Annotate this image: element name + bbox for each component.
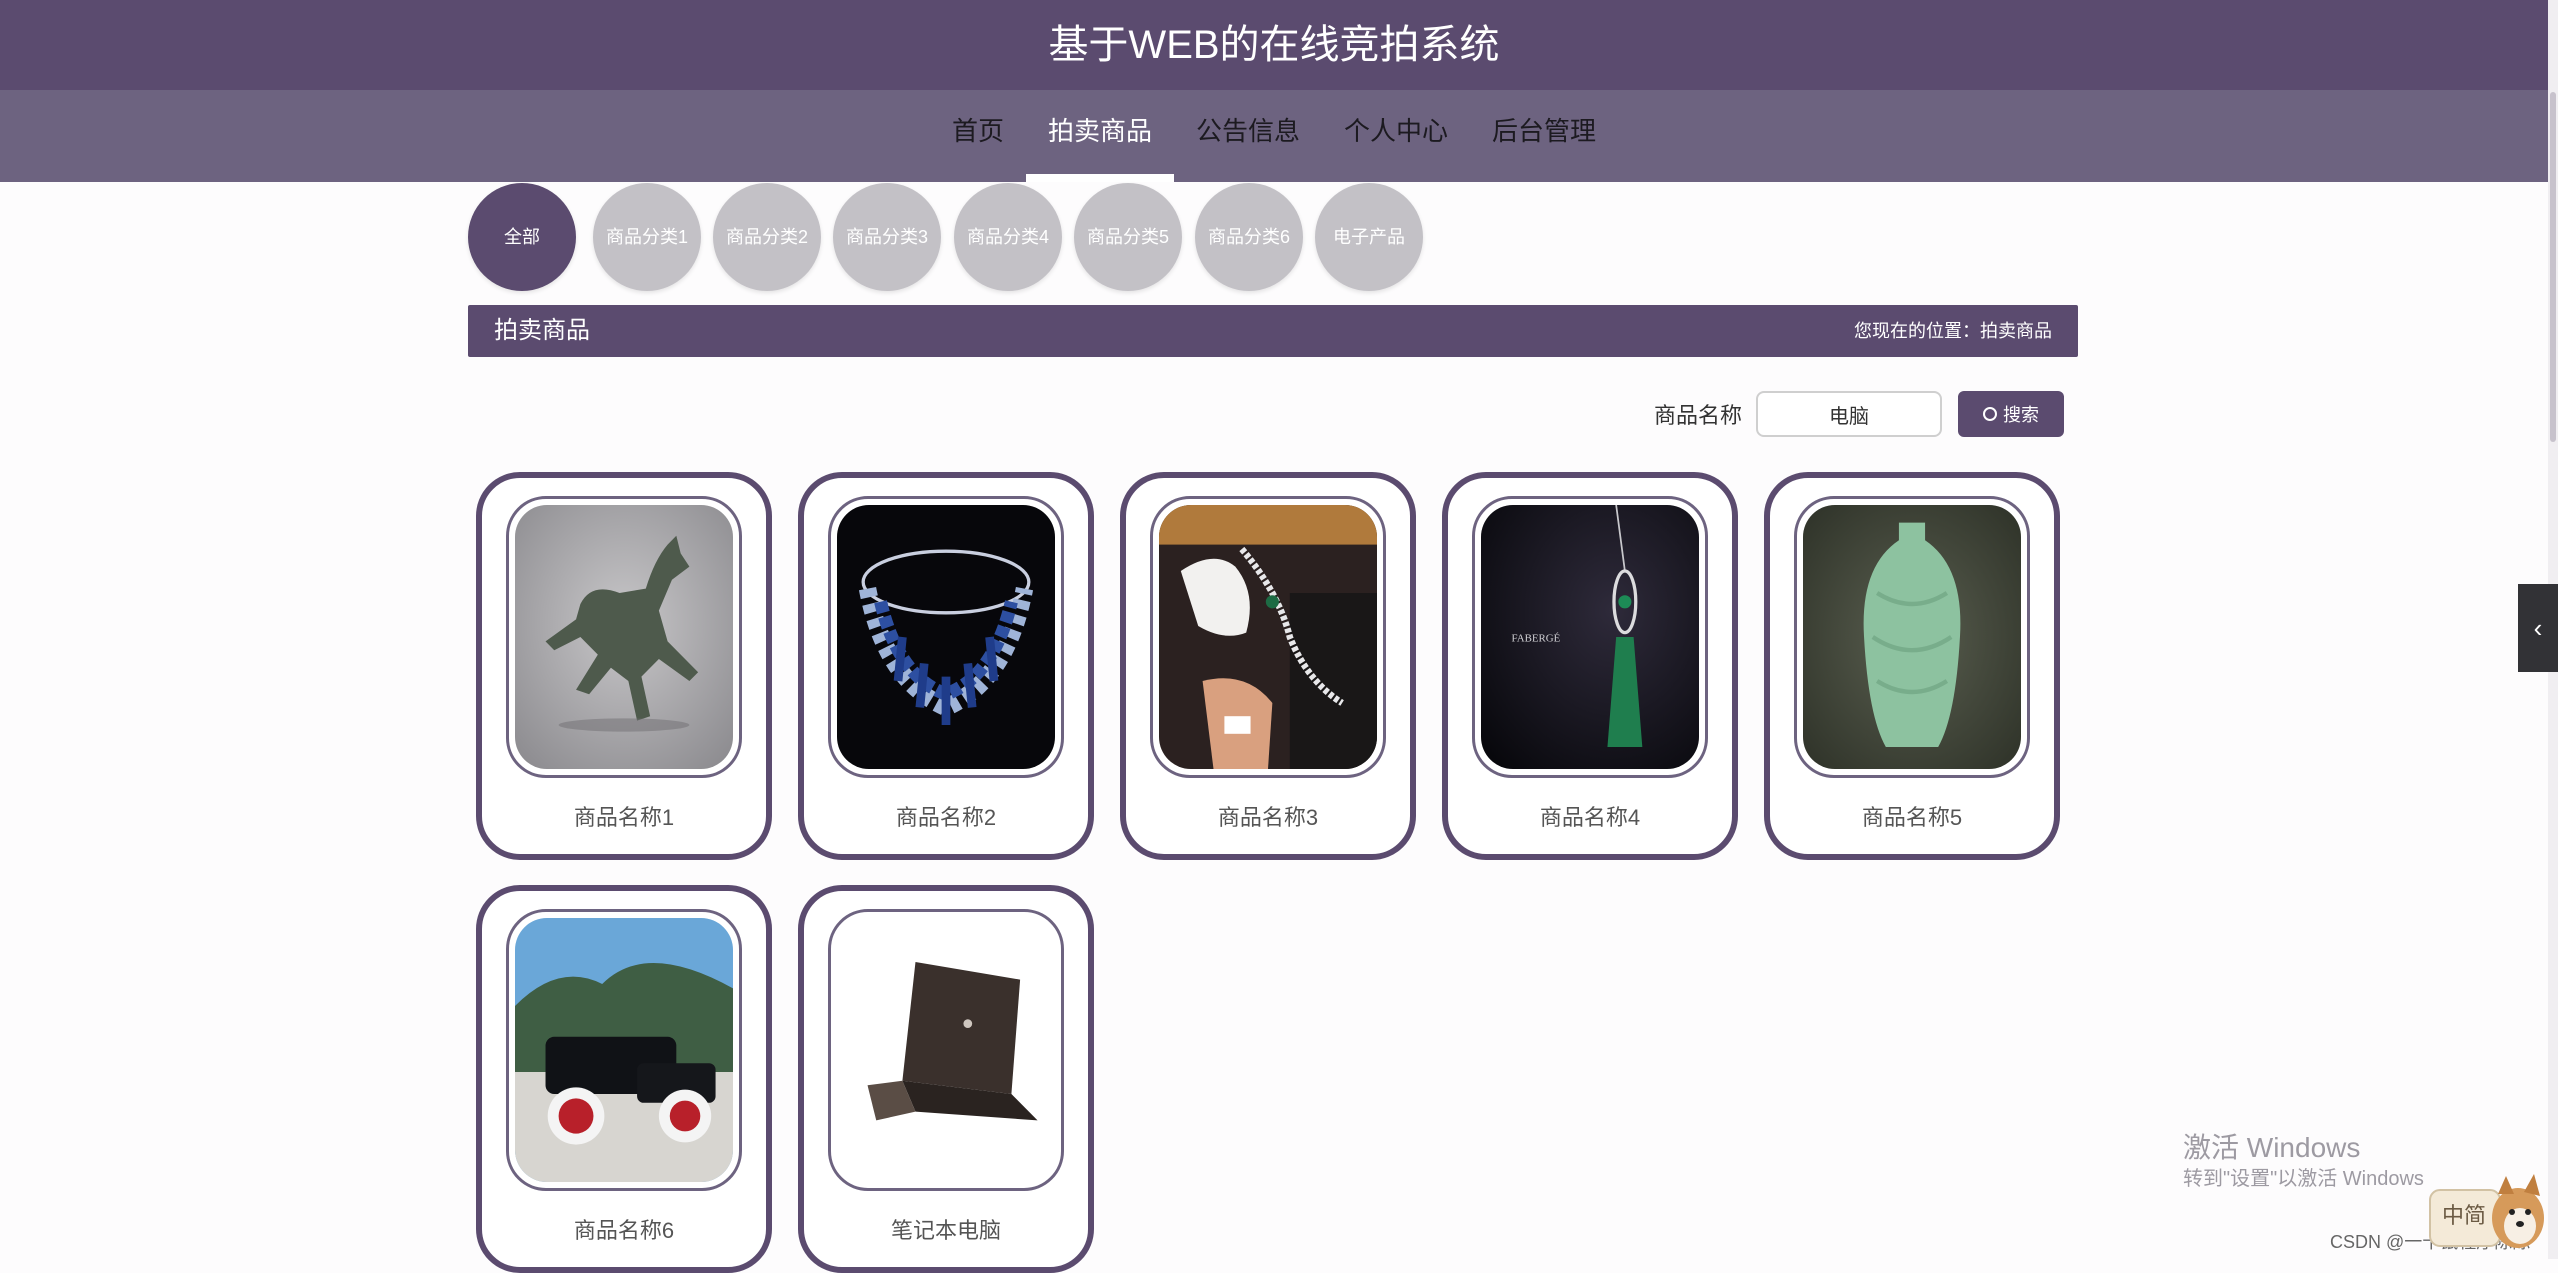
product-card[interactable]: 笔记本电脑 xyxy=(798,885,1094,1273)
windows-activation-title: 激活 Windows xyxy=(2183,1132,2361,1163)
windows-activation-subtitle: 转到"设置"以激活 Windows xyxy=(2183,1168,2424,1190)
nav-item-admin[interactable]: 后台管理 xyxy=(1470,90,1618,172)
section-header: 拍卖商品 您现在的位置：拍卖商品 xyxy=(468,305,2078,357)
laptop-image xyxy=(837,918,1055,1182)
ime-label: 中简 xyxy=(2442,1203,2487,1228)
category-all[interactable]: 全部 xyxy=(468,183,576,291)
sapphire-necklace-image xyxy=(837,505,1055,769)
vintage-car-image xyxy=(515,918,733,1182)
category-3[interactable]: 商品分类3 xyxy=(833,183,941,291)
scrollbar-thumb[interactable] xyxy=(2550,92,2556,442)
product-name: 商品名称5 xyxy=(1861,805,1963,830)
celadon-vase-image xyxy=(1803,505,2021,769)
section-title: 拍卖商品 xyxy=(494,317,590,344)
product-name: 商品名称6 xyxy=(573,1218,675,1243)
chevron-left-icon: ‹ xyxy=(2533,612,2543,643)
bronze-horse-image xyxy=(515,505,733,769)
product-card[interactable]: FABERGÉ 商品名称4 xyxy=(1442,472,1738,860)
product-card[interactable]: 商品名称1 xyxy=(476,472,772,860)
category-2[interactable]: 商品分类2 xyxy=(713,183,821,291)
product-card[interactable]: 商品名称2 xyxy=(798,472,1094,860)
nav-item-home[interactable]: 首页 xyxy=(930,90,1026,172)
ime-widget[interactable]: 中简 xyxy=(2428,1168,2546,1252)
product-name: 笔记本电脑 xyxy=(890,1218,1001,1243)
product-image-frame xyxy=(506,496,742,778)
product-card[interactable]: 商品名称3 xyxy=(1120,472,1416,860)
product-image-frame xyxy=(828,909,1064,1191)
product-image-frame: FABERGÉ xyxy=(1472,496,1708,778)
product-image-frame xyxy=(1150,496,1386,778)
product-name: 商品名称1 xyxy=(573,805,675,830)
emerald-tassel-image: FABERGÉ xyxy=(1481,505,1699,769)
category-4[interactable]: 商品分类4 xyxy=(954,183,1062,291)
nav-item-personal-center[interactable]: 个人中心 xyxy=(1322,90,1470,172)
product-image-frame xyxy=(1794,496,2030,778)
search-icon xyxy=(1983,407,1997,421)
nav-item-announcements[interactable]: 公告信息 xyxy=(1174,90,1322,172)
category-electronics[interactable]: 电子产品 xyxy=(1315,183,1423,291)
gloved-hand-necklace-image xyxy=(1159,505,1377,769)
category-5[interactable]: 商品分类5 xyxy=(1074,183,1182,291)
side-toggle-button[interactable]: ‹ xyxy=(2518,584,2558,672)
product-image-frame xyxy=(828,496,1064,778)
search-input[interactable] xyxy=(1756,391,1942,437)
product-card[interactable]: 商品名称5 xyxy=(1764,472,2060,860)
product-image-frame xyxy=(506,909,742,1191)
breadcrumb: 您现在的位置：拍卖商品 xyxy=(1854,321,2052,341)
main-nav: 首页 拍卖商品 公告信息 个人中心 后台管理 xyxy=(0,90,2548,182)
product-name: 商品名称2 xyxy=(895,805,997,830)
category-6[interactable]: 商品分类6 xyxy=(1195,183,1303,291)
search-button-label: 搜索 xyxy=(2003,405,2039,425)
category-1[interactable]: 商品分类1 xyxy=(593,183,701,291)
product-name: 商品名称4 xyxy=(1539,805,1641,830)
site-title: 基于WEB的在线竞拍系统 xyxy=(0,0,2548,90)
product-card[interactable]: 商品名称6 xyxy=(476,885,772,1273)
nav-item-auction-goods[interactable]: 拍卖商品 xyxy=(1025,90,1175,182)
search-label: 商品名称 xyxy=(1654,403,1743,428)
search-button[interactable]: 搜索 xyxy=(1958,391,2064,437)
svg-text:FABERGÉ: FABERGÉ xyxy=(1512,632,1561,644)
product-name: 商品名称3 xyxy=(1217,805,1319,830)
